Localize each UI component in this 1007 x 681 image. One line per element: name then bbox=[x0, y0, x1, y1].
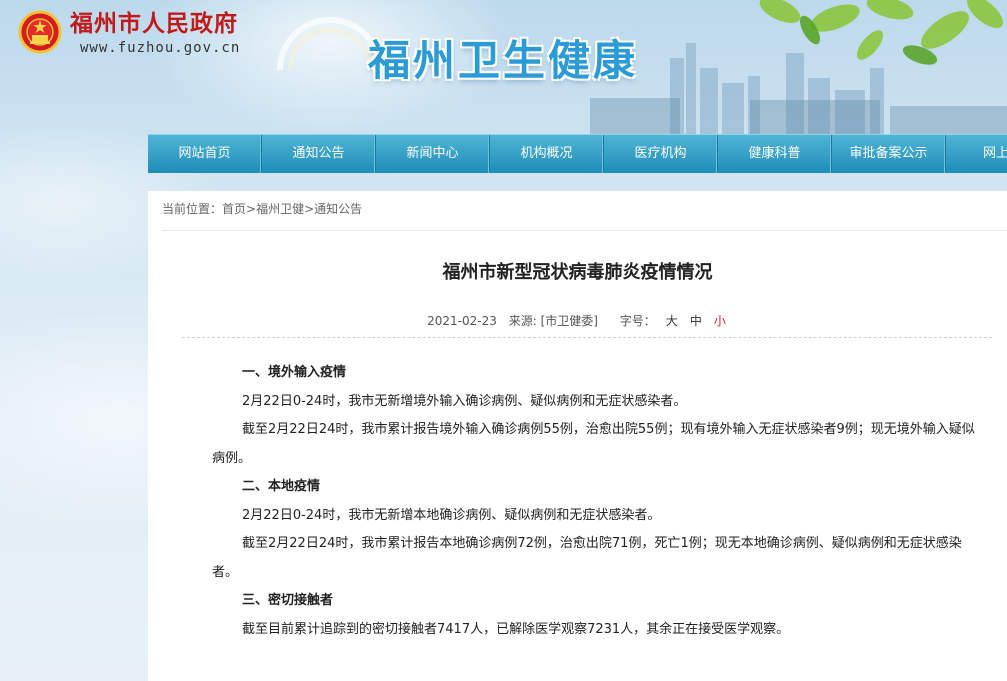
breadcrumb: 当前位置：首页>福州卫健>通知公告 bbox=[162, 201, 362, 217]
nav-item-online-services[interactable]: 网上办 bbox=[946, 135, 1007, 173]
nav-item-news[interactable]: 新闻中心 bbox=[376, 135, 490, 173]
nav-item-about[interactable]: 机构概况 bbox=[490, 135, 604, 173]
article-divider bbox=[182, 337, 992, 338]
breadcrumb-notices-link[interactable]: 通知公告 bbox=[314, 202, 362, 216]
site-url[interactable]: www.fuzhou.gov.cn bbox=[80, 40, 240, 56]
national-emblem-icon[interactable] bbox=[18, 10, 62, 54]
section-heading: 三、密切接触者 bbox=[242, 593, 334, 608]
font-size-small-button[interactable]: 小 bbox=[714, 314, 726, 328]
breadcrumb-divider bbox=[162, 230, 1007, 231]
nav-item-home[interactable]: 网站首页 bbox=[148, 135, 262, 173]
content-panel: 当前位置：首页>福州卫健>通知公告 福州市新型冠状病毒肺炎疫情情况 2021-0… bbox=[148, 191, 1007, 681]
article-date: 2021-02-23 bbox=[427, 314, 497, 328]
article-paragraph: 2月22日0-24时，我市无新增本地确诊病例、疑似病例和无症状感染者。 bbox=[242, 507, 661, 523]
nav-item-health-science[interactable]: 健康科普 bbox=[718, 135, 832, 173]
main-nav: 网站首页 通知公告 新闻中心 机构概况 医疗机构 健康科普 审批备案公示 网上办 bbox=[148, 134, 1007, 173]
breadcrumb-separator: > bbox=[304, 202, 315, 216]
font-size-large-button[interactable]: 大 bbox=[666, 314, 678, 328]
article-paragraph: 截至目前累计追踪到的密切接触者7417人，已解除医学观察7231人，其余正在接受… bbox=[242, 621, 790, 637]
article-paragraph: 2月22日0-24时，我市无新增境外输入确诊病例、疑似病例和无症状感染者。 bbox=[242, 393, 687, 409]
nav-item-medical-institutions[interactable]: 医疗机构 bbox=[604, 135, 718, 173]
article-meta: 2021-02-23 来源: [市卫健委] 字号： 大中小 bbox=[148, 313, 1007, 329]
breadcrumb-prefix: 当前位置： bbox=[162, 202, 223, 216]
nav-item-approval-publicity[interactable]: 审批备案公示 bbox=[832, 135, 946, 173]
article-title: 福州市新型冠状病毒肺炎疫情情况 bbox=[442, 262, 713, 283]
banner-title: 福州卫生健康 bbox=[368, 36, 639, 85]
breadcrumb-fuzhou-health-link[interactable]: 福州卫健 bbox=[256, 202, 304, 216]
article-paragraph: 截至2月22日24时，我市累计报告境外输入确诊病例55例，治愈出院55例；现有境… bbox=[212, 422, 975, 466]
section-heading: 二、本地疫情 bbox=[242, 479, 321, 494]
font-size-label: 字号： bbox=[619, 314, 656, 328]
breadcrumb-home-link[interactable]: 首页 bbox=[222, 202, 246, 216]
leaves-decoration bbox=[759, 0, 1004, 65]
section-heading: 一、境外输入疫情 bbox=[242, 365, 347, 380]
breadcrumb-separator: > bbox=[246, 202, 257, 216]
article-body: 一、境外输入疫情 2月22日0-24时，我市无新增境外输入确诊病例、疑似病例和无… bbox=[212, 359, 980, 644]
article-source: 来源: [市卫健委] bbox=[508, 314, 598, 328]
nav-item-notices[interactable]: 通知公告 bbox=[262, 135, 376, 173]
article-paragraph: 截至2月22日24时，我市累计报告本地确诊病例72例，治愈出院71例，死亡1例；… bbox=[212, 536, 962, 580]
site-name[interactable]: 福州市人民政府 bbox=[70, 10, 238, 38]
font-size-medium-button[interactable]: 中 bbox=[690, 314, 702, 328]
